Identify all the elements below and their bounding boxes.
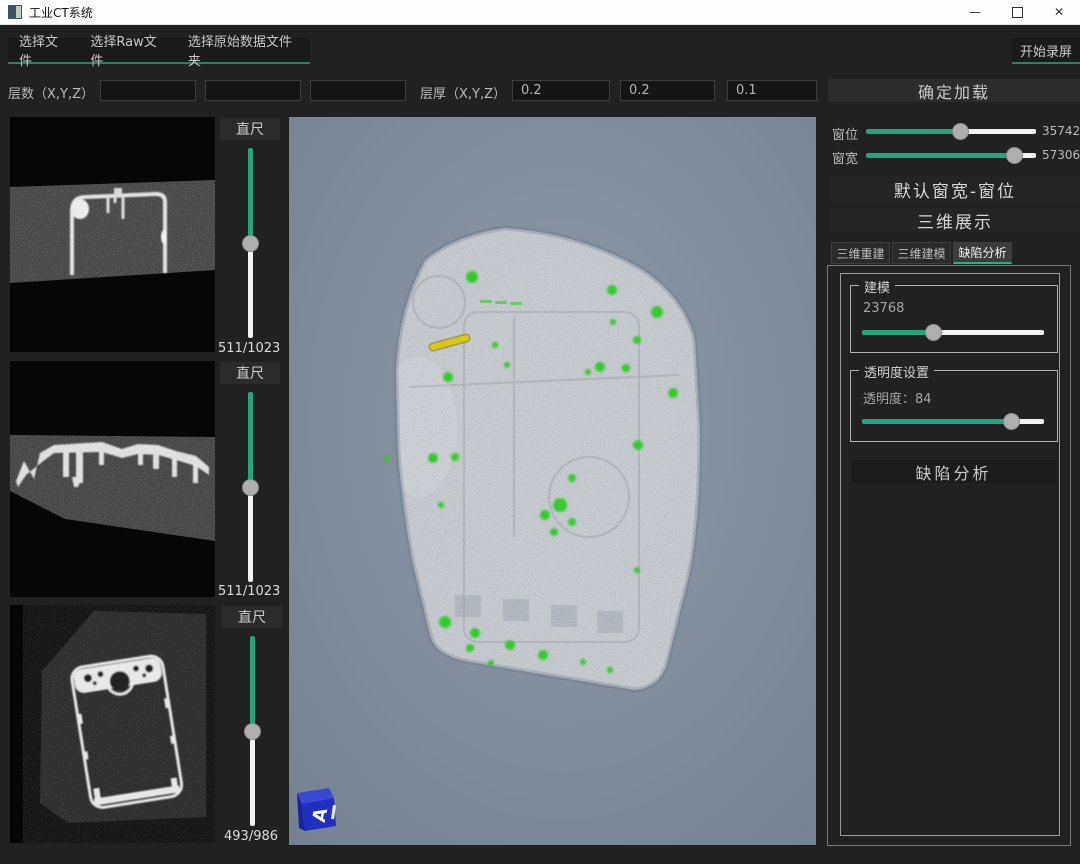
file-toolbar: 选择文件 选择Raw文件 选择原始数据文件夹 xyxy=(8,38,310,64)
thickness-x-input[interactable] xyxy=(512,80,610,101)
modeling-slider-handle[interactable] xyxy=(925,324,942,341)
display-3d-button[interactable]: 三维展示 xyxy=(830,208,1080,232)
window-title: 工业CT系统 xyxy=(29,4,93,21)
slice-position-2: 511/1023 xyxy=(218,584,280,599)
modeling-slider[interactable] xyxy=(862,324,1044,340)
ruler-button-3[interactable]: 直尺 xyxy=(222,606,282,628)
maximize-icon xyxy=(1012,7,1023,18)
confirm-load-button[interactable]: 确定加载 xyxy=(828,79,1080,102)
slice-position-1: 511/1023 xyxy=(218,341,280,356)
maximize-button[interactable] xyxy=(996,0,1038,24)
close-button[interactable]: ✕ xyxy=(1038,0,1080,24)
window-width-label: 窗宽 xyxy=(832,148,858,167)
window-width-slider[interactable] xyxy=(866,147,1036,163)
window-level-label: 窗位 xyxy=(832,124,858,143)
ct-slice-image-3 xyxy=(10,605,215,843)
thickness-z-input[interactable] xyxy=(727,80,817,101)
modeling-group: 建模 23768 xyxy=(850,285,1058,353)
title-bar: 工业CT系统 — ✕ xyxy=(0,0,1080,25)
slice-slider-1[interactable] xyxy=(246,148,254,338)
start-recording-button[interactable]: 开始录屏 xyxy=(1012,38,1080,64)
layers-label: 层数（X,Y,Z） xyxy=(8,83,94,102)
modeling-group-title: 建模 xyxy=(859,277,895,296)
3d-viewport[interactable]: A xyxy=(289,117,816,845)
window-level-track[interactable] xyxy=(866,129,1036,134)
slice-slider-3[interactable] xyxy=(248,636,256,826)
modeling-value: 23768 xyxy=(863,301,904,316)
app-window: 工业CT系统 — ✕ 选择文件 选择Raw文件 选择原始数据文件夹 开始录屏 层… xyxy=(0,0,1080,864)
ct-slice-image-2 xyxy=(10,361,215,597)
slice-slider-handle-1[interactable] xyxy=(242,235,259,252)
transparency-value: 透明度：84 xyxy=(863,388,932,407)
window-width-handle[interactable] xyxy=(1006,147,1023,164)
slice-slider-handle-3[interactable] xyxy=(244,723,261,740)
window-level-value: 35742 xyxy=(1042,124,1080,138)
slice-slider-handle-2[interactable] xyxy=(242,479,259,496)
thickness-y-input[interactable] xyxy=(620,80,715,101)
modeling-slider-track[interactable] xyxy=(862,330,1044,335)
transparency-group-title: 透明度设置 xyxy=(859,362,934,381)
select-file-button[interactable]: 选择文件 xyxy=(8,38,79,62)
tab-3d-modeling[interactable]: 三维建模 xyxy=(892,242,951,264)
select-raw-folder-button[interactable]: 选择原始数据文件夹 xyxy=(177,38,310,62)
app-icon xyxy=(8,5,22,19)
transparency-group: 透明度设置 透明度：84 xyxy=(850,370,1058,442)
thickness-label: 层厚（X,Y,Z） xyxy=(420,83,506,102)
layers-y-input[interactable] xyxy=(205,80,301,101)
run-defect-analysis-button[interactable]: 缺陷分析 xyxy=(851,460,1056,483)
tab-3d-reconstruction[interactable]: 三维重建 xyxy=(831,242,890,264)
default-ww-wl-button[interactable]: 默认窗宽-窗位 xyxy=(830,176,1080,202)
ct-slice-image-1 xyxy=(10,117,215,352)
layers-z-input[interactable] xyxy=(310,80,406,101)
window-level-handle[interactable] xyxy=(952,123,969,140)
minimize-button[interactable]: — xyxy=(954,0,996,24)
transparency-slider-handle[interactable] xyxy=(1003,413,1020,430)
transparency-slider[interactable] xyxy=(862,413,1044,429)
tab-defect-analysis[interactable]: 缺陷分析 xyxy=(953,242,1012,264)
select-raw-file-button[interactable]: 选择Raw文件 xyxy=(79,38,176,62)
orientation-cube[interactable]: A xyxy=(297,788,336,831)
tab-content-inner-frame xyxy=(840,273,1060,836)
slice-position-3: 493/986 xyxy=(224,829,278,844)
slice-slider-2[interactable] xyxy=(246,392,254,582)
ruler-button-2[interactable]: 直尺 xyxy=(220,362,280,384)
window-width-value: 57306 xyxy=(1042,148,1080,162)
window-level-slider[interactable] xyxy=(866,123,1036,139)
layers-x-input[interactable] xyxy=(100,80,196,101)
ruler-button-1[interactable]: 直尺 xyxy=(220,118,280,140)
